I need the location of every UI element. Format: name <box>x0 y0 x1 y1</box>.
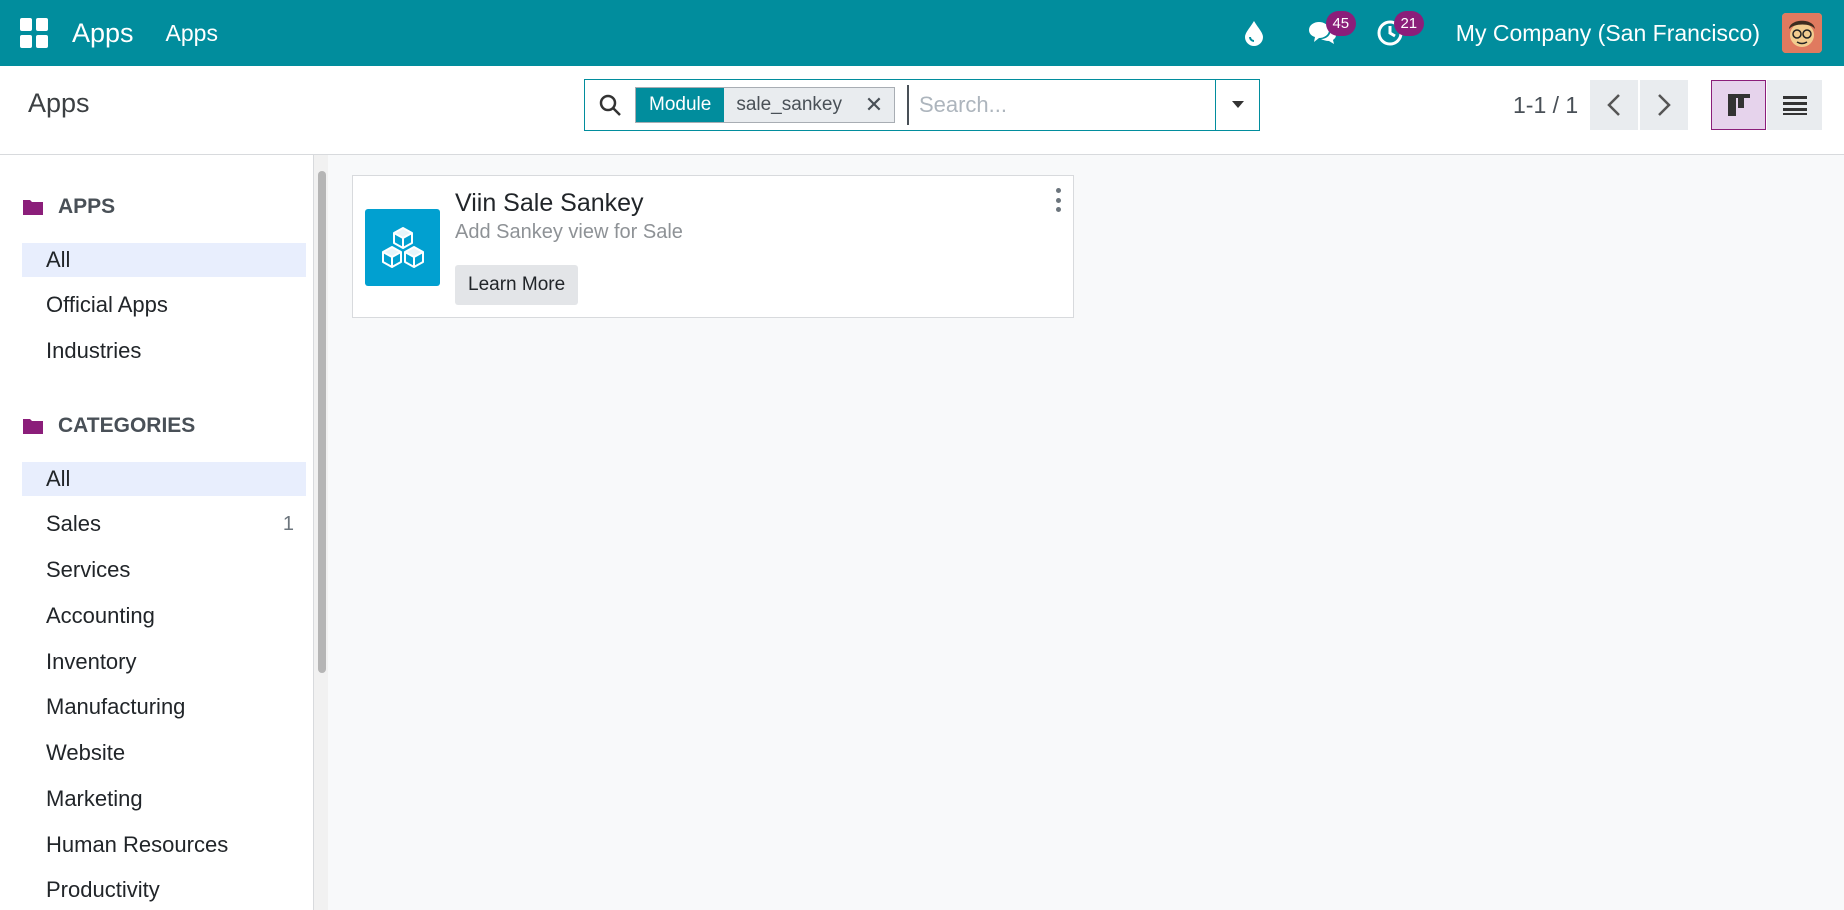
categories-section-heading: CATEGORIES <box>22 414 195 438</box>
scrollbar-thumb[interactable] <box>318 171 326 673</box>
apps-section-heading: APPS <box>22 195 115 219</box>
close-icon[interactable]: ✕ <box>853 88 894 122</box>
sidebar-item-label: All <box>46 466 71 491</box>
top-navbar: Apps Apps 45 21 My Company (San Francisc… <box>0 0 1844 66</box>
sidebar-scrollbar[interactable] <box>314 155 328 910</box>
sidebar-item-label: Manufacturing <box>46 694 186 719</box>
kanban-icon <box>1727 94 1750 116</box>
sidebar-item-count: 1 <box>282 512 294 535</box>
caret-down-icon <box>1231 101 1244 108</box>
module-summary: Add Sankey view for Sale <box>455 221 683 243</box>
messages-count-badge: 45 <box>1325 11 1356 36</box>
sidebar-item-label: Industries <box>46 338 142 363</box>
pager-previous-button[interactable] <box>1590 80 1638 130</box>
folder-icon <box>23 200 43 215</box>
pager-next-button[interactable] <box>1640 80 1688 130</box>
list-icon <box>1782 96 1807 115</box>
sidebar: APPS All Official Apps Industries CATEGO… <box>0 155 314 910</box>
card-menu-icon[interactable] <box>1051 188 1065 212</box>
sidebar-item-official-apps[interactable]: Official Apps <box>22 288 306 322</box>
sidebar-item-label: Marketing <box>46 786 143 811</box>
sidebar-item-accounting[interactable]: Accounting <box>22 599 306 633</box>
facet-name: Module <box>636 88 725 122</box>
activities-button[interactable]: 21 <box>1370 11 1424 53</box>
sidebar-item-manufacturing[interactable]: Manufacturing <box>22 690 306 724</box>
search-options-toggle[interactable] <box>1215 80 1259 130</box>
search-icon[interactable] <box>585 80 635 130</box>
app-brand[interactable]: Apps <box>72 18 134 49</box>
company-switcher[interactable]: My Company (San Francisco) <box>1456 20 1760 47</box>
apps-heading-label: APPS <box>58 195 116 218</box>
chevron-left-icon <box>1607 94 1620 116</box>
search-facet: Module sale_sankey ✕ <box>635 87 895 123</box>
activities-count-badge: 21 <box>1393 11 1424 36</box>
sidebar-item-label: Accounting <box>46 603 155 628</box>
avatar[interactable] <box>1782 13 1822 53</box>
sidebar-item-productivity[interactable]: Productivity <box>22 873 306 907</box>
droplet-icon[interactable] <box>1234 13 1274 53</box>
control-panel: Apps Module sale_sankey ✕ 1-1 / 1 <box>0 66 1844 155</box>
sidebar-item-label: Inventory <box>46 649 137 674</box>
sidebar-item-label: Services <box>46 557 131 582</box>
messages-button[interactable]: 45 <box>1302 11 1356 53</box>
pager-value[interactable]: 1-1 / 1 <box>1513 92 1578 119</box>
sidebar-item-label: Productivity <box>46 877 160 902</box>
sidebar-item-label: Website <box>46 740 126 765</box>
sidebar-item-services[interactable]: Services <box>22 553 306 587</box>
page-title: Apps <box>28 88 90 118</box>
menu-item-apps[interactable]: Apps <box>166 20 218 47</box>
module-title[interactable]: Viin Sale Sankey <box>455 189 644 218</box>
sidebar-item-marketing[interactable]: Marketing <box>22 782 306 816</box>
categories-heading-label: CATEGORIES <box>58 414 196 437</box>
chevron-right-icon <box>1658 94 1671 116</box>
apps-grid-icon[interactable] <box>20 18 50 48</box>
sidebar-item-label: All <box>46 247 71 272</box>
search-bar: Module sale_sankey ✕ <box>584 79 1260 131</box>
learn-more-button[interactable]: Learn More <box>455 265 579 305</box>
sidebar-item-label: Official Apps <box>46 292 168 317</box>
sidebar-item-sales[interactable]: Sales 1 <box>22 507 306 541</box>
sidebar-item-website[interactable]: Website <box>22 736 306 770</box>
facet-value: sale_sankey <box>724 88 854 122</box>
sidebar-item-label: Sales <box>46 511 102 536</box>
kanban-area: Viin Sale Sankey Add Sankey view for Sal… <box>328 155 1844 910</box>
sidebar-item-category-all[interactable]: All <box>22 462 306 496</box>
folder-icon <box>23 419 43 434</box>
sidebar-item-industries[interactable]: Industries <box>22 334 306 368</box>
search-input[interactable] <box>906 85 1217 125</box>
sidebar-item-inventory[interactable]: Inventory <box>22 645 306 679</box>
sidebar-item-label: Human Resources <box>46 832 229 857</box>
cubes-icon <box>365 209 440 286</box>
kanban-view-button[interactable] <box>1711 80 1766 130</box>
sidebar-item-apps-all[interactable]: All <box>22 243 306 277</box>
module-card[interactable]: Viin Sale Sankey Add Sankey view for Sal… <box>352 175 1074 318</box>
list-view-button[interactable] <box>1767 80 1822 130</box>
sidebar-item-human-resources[interactable]: Human Resources <box>22 828 306 862</box>
